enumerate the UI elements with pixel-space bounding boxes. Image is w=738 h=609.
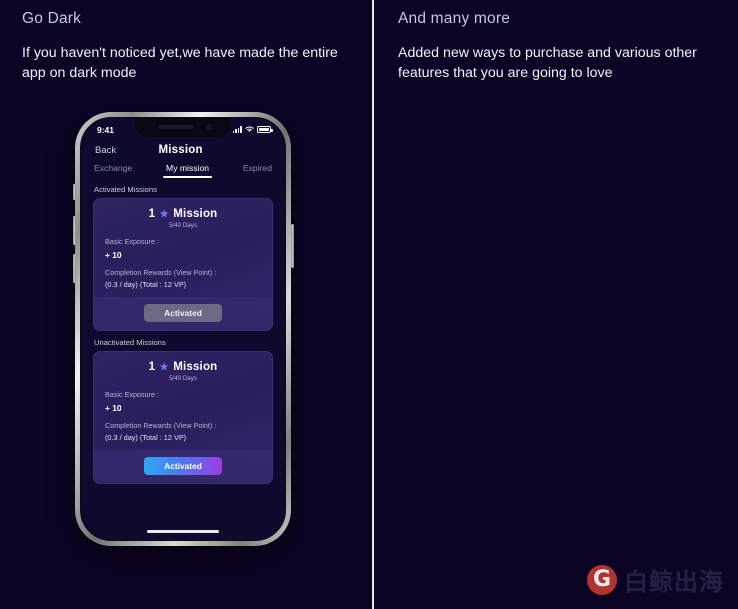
completion-rewards-label: Completion Rewards (View Point) :	[105, 268, 217, 277]
mission-card-footer: Activated	[94, 450, 272, 483]
completion-rewards-label: Completion Rewards (View Point) :	[105, 421, 217, 430]
left-panel-text: Go Dark If you haven't noticed yet,we ha…	[0, 0, 372, 83]
right-panel-text: And many more Added new ways to purchase…	[374, 0, 738, 83]
mission-word: Mission	[173, 208, 218, 220]
mission-screen: 9:41 Back Mission Exchange My mission Ex…	[81, 118, 285, 540]
panel-go-dark: Go Dark If you haven't noticed yet,we ha…	[0, 0, 372, 609]
phone-mockup-left: 9:41 Back Mission Exchange My mission Ex…	[72, 112, 294, 546]
phone-bezel: 9:41 Back Mission Exchange My mission Ex…	[80, 117, 286, 541]
section-heading-unactivated: Unactivated Missions	[94, 338, 166, 347]
mission-days: 5/40 Days	[169, 375, 197, 382]
status-bar-left: 9:41	[81, 118, 285, 139]
completion-rewards-value: (0.3 / day) (Total : 12 VP)	[105, 280, 187, 289]
screenshot-root: Go Dark If you haven't noticed yet,we ha…	[0, 0, 738, 609]
tab-my-mission[interactable]: My mission	[163, 163, 213, 178]
basic-exposure-label: Basic Exposure :	[105, 237, 159, 246]
watermark-logo-icon: G	[587, 564, 617, 595]
completion-rewards-value: (0.3 / day) (Total : 12 VP)	[105, 433, 187, 442]
phone-volume-up-button[interactable]	[72, 216, 76, 245]
basic-exposure-label: Basic Exposure :	[105, 390, 159, 399]
star-icon: ★	[159, 362, 169, 373]
tab-exchange[interactable]: Exchange	[94, 163, 132, 178]
mission-days: 5/40 Days	[169, 222, 197, 229]
phone-mute-switch[interactable]	[72, 184, 76, 200]
screen-title: Mission	[158, 144, 203, 156]
activated-button-disabled[interactable]: Activated	[144, 304, 222, 322]
mission-card-unactivated[interactable]: 1 ★ Mission 5/40 Days Basic Exposure : +…	[93, 351, 273, 484]
section-heading-activated: Activated Missions	[94, 185, 157, 194]
mission-level: 1	[148, 361, 156, 373]
activate-button[interactable]: Activated	[144, 457, 222, 475]
star-icon: ★	[159, 209, 169, 220]
watermark: G 白鲸出海	[587, 562, 724, 597]
mission-card-activated[interactable]: 1 ★ Mission 5/40 Days Basic Exposure : +…	[93, 198, 273, 331]
back-button[interactable]: Back	[95, 145, 116, 156]
panel-and-many-more: And many more Added new ways to purchase…	[374, 0, 738, 609]
wifi-icon	[245, 126, 254, 132]
basic-exposure-value: + 10	[105, 250, 122, 260]
mission-card-body: 1 ★ Mission 5/40 Days Basic Exposure : +…	[94, 352, 272, 450]
left-panel-title: Go Dark	[22, 10, 82, 27]
mission-nav-bar: Back Mission	[81, 139, 285, 160]
basic-exposure-value: + 10	[105, 403, 122, 413]
mission-card-header: 1 ★ Mission 5/40 Days	[105, 361, 261, 382]
mission-card-body: 1 ★ Mission 5/40 Days Basic Exposure : +…	[94, 199, 272, 297]
mission-word: Mission	[173, 361, 218, 373]
mission-card-title: 1 ★ Mission	[105, 361, 261, 373]
status-bar-icons	[232, 126, 273, 133]
mission-card-header: 1 ★ Mission 5/40 Days	[105, 208, 261, 229]
right-panel-subtitle: Added new ways to purchase and various o…	[398, 45, 697, 82]
mission-card-title: 1 ★ Mission	[105, 208, 261, 220]
left-panel-subtitle: If you haven't noticed yet,we have made …	[22, 45, 338, 82]
right-panel-title: And many more	[398, 10, 511, 27]
mission-level: 1	[148, 208, 156, 220]
phone-frame: 9:41 Back Mission Exchange My mission Ex…	[72, 112, 294, 546]
mission-tabs: Exchange My mission Expired	[81, 160, 285, 178]
phone-power-button[interactable]	[290, 224, 294, 268]
cellular-signal-icon	[232, 126, 242, 133]
watermark-text: 白鲸出海	[624, 568, 724, 596]
status-bar-time: 9:41	[97, 124, 115, 135]
phone-volume-down-button[interactable]	[72, 254, 76, 283]
tab-expired[interactable]: Expired	[243, 163, 272, 178]
mission-card-footer: Activated	[94, 297, 272, 330]
home-indicator[interactable]	[147, 529, 219, 533]
battery-icon	[257, 126, 273, 133]
